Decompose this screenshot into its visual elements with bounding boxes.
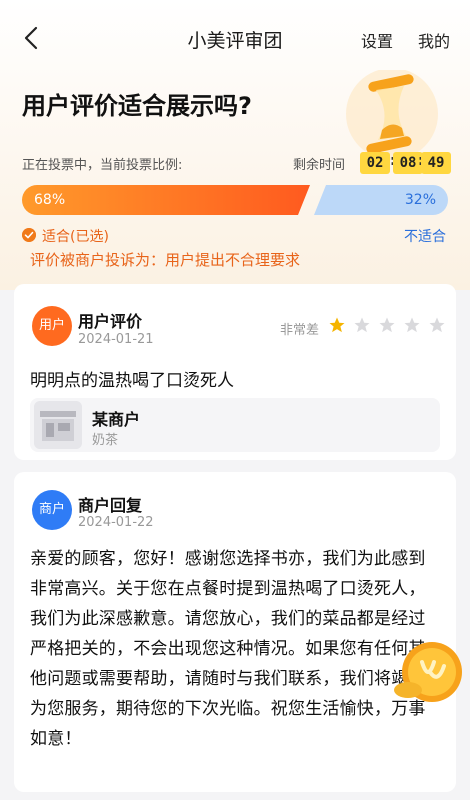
- coin-bonus-icon[interactable]: [388, 632, 470, 714]
- unsuitable-option[interactable]: 不适合: [404, 226, 446, 246]
- unsuitable-vote-bar[interactable]: 32%: [314, 185, 448, 215]
- reply-date: 2024-01-22: [78, 515, 154, 530]
- page-title: 小美评审团: [187, 30, 283, 52]
- hourglass-icon: [346, 70, 438, 160]
- unsuitable-percent: 32%: [404, 192, 436, 208]
- merchant-info[interactable]: 某商户 奶茶: [30, 398, 440, 452]
- shop-icon: [34, 401, 82, 449]
- vote-question: 用户评价适合展示吗?: [22, 92, 252, 120]
- suitable-option[interactable]: 适合(已选): [42, 226, 109, 246]
- mine-link[interactable]: 我的: [418, 28, 450, 52]
- review-author: 用户评价: [78, 312, 143, 331]
- user-review-card: 用户 用户评价 2024-01-21 非常差 明明点的温热喝了口烫死人 某商户 …: [14, 284, 456, 460]
- star-rating: [328, 316, 448, 338]
- review-text: 明明点的温热喝了口烫死人: [30, 371, 234, 391]
- settings-link[interactable]: 设置: [361, 28, 393, 52]
- merchant-name: 某商户: [92, 410, 141, 429]
- vote-status-text: 正在投票中，当前投票比例:: [22, 158, 183, 173]
- merchant-category: 奶茶: [92, 433, 119, 448]
- complaint-reason: 评价被商户投诉为：用户提出不合理要求: [30, 251, 301, 269]
- merchant-avatar: 商户: [32, 490, 72, 530]
- review-date: 2024-01-21: [78, 332, 154, 347]
- rating-label: 非常差: [280, 323, 320, 338]
- reply-text: 亲爱的顾客，您好！感谢您选择书亦，我们为此感到非常高兴。关于您在点餐时提到温热喝…: [30, 549, 426, 749]
- timer-hours: 02: [360, 152, 390, 174]
- star-empty-icon: [404, 317, 420, 333]
- timer-seconds: 49: [421, 152, 451, 174]
- star-empty-icon: [379, 317, 395, 333]
- remaining-time-label: 剩余时间: [293, 158, 346, 173]
- star-empty-icon: [354, 317, 370, 333]
- check-circle-icon: [22, 228, 36, 242]
- star-empty-icon: [429, 317, 445, 333]
- suitable-vote-bar[interactable]: 68%: [22, 185, 310, 215]
- suitable-percent: 68%: [34, 192, 66, 208]
- star-filled-icon: [329, 317, 345, 333]
- navbar: 小美评审团 设置 我的: [0, 0, 470, 76]
- user-avatar: 用户: [32, 306, 72, 346]
- reply-author: 商户回复: [78, 496, 143, 515]
